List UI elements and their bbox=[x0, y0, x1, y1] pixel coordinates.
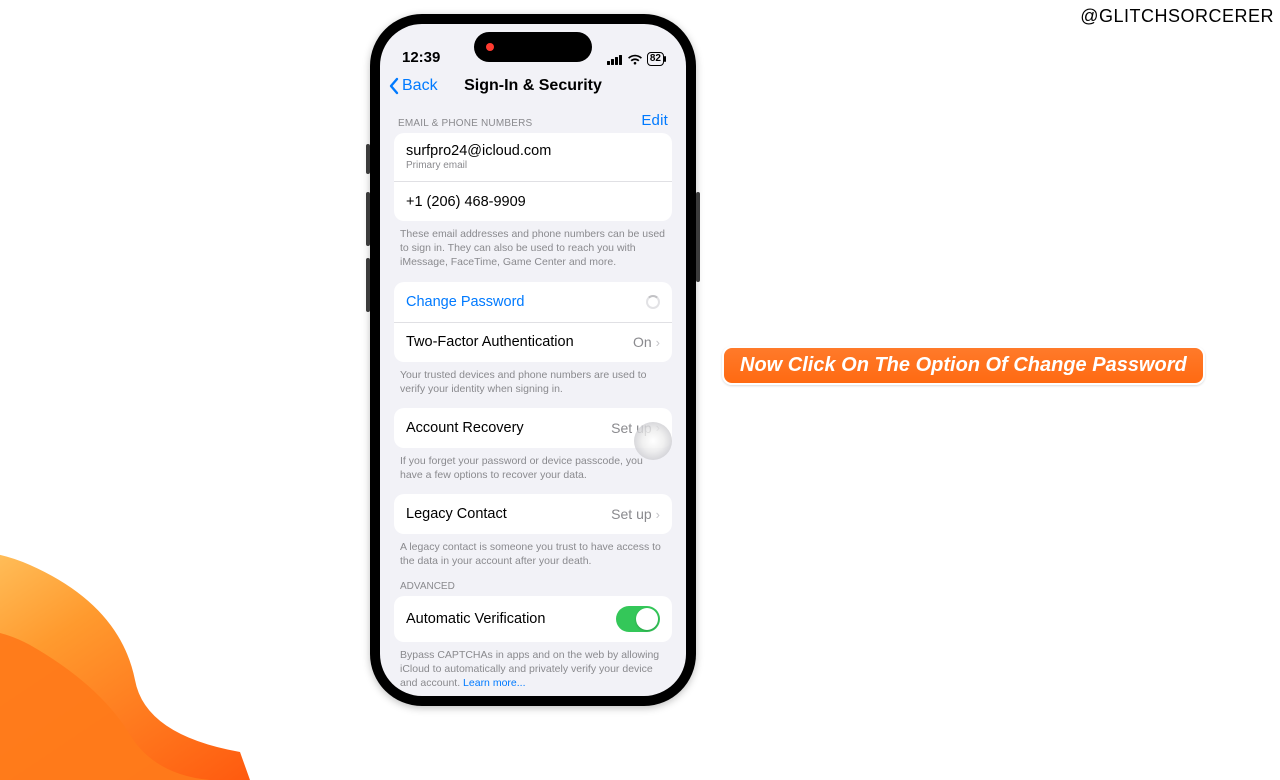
row-phone[interactable]: +1 (206) 468-9909 bbox=[394, 181, 672, 221]
row-email[interactable]: surfpro24@icloud.com Primary email bbox=[394, 133, 672, 181]
dynamic-island bbox=[474, 32, 592, 62]
chevron-right-icon: › bbox=[656, 335, 660, 350]
loading-spinner-icon bbox=[646, 295, 660, 309]
footer-account-recovery: If you forget your password or device pa… bbox=[394, 448, 672, 494]
learn-more-link[interactable]: Learn more... bbox=[463, 677, 525, 689]
two-factor-label: Two-Factor Authentication bbox=[406, 334, 574, 350]
row-automatic-verification: Automatic Verification bbox=[394, 596, 672, 642]
row-legacy-contact[interactable]: Legacy Contact Set up › bbox=[394, 494, 672, 534]
chevron-right-icon: › bbox=[656, 507, 660, 522]
page-title: Sign-In & Security bbox=[380, 77, 686, 95]
footer-email-phone: These email addresses and phone numbers … bbox=[394, 221, 672, 282]
group-password-2fa: Change Password Two-Factor Authenticatio… bbox=[394, 282, 672, 362]
email-value: surfpro24@icloud.com bbox=[406, 143, 551, 159]
section-header-advanced: ADVANCED bbox=[394, 581, 672, 596]
row-change-password[interactable]: Change Password bbox=[394, 282, 672, 322]
footer-automatic-verification: Bypass CAPTCHAs in apps and on the web b… bbox=[394, 642, 672, 696]
automatic-verification-toggle[interactable] bbox=[616, 606, 660, 632]
power-button bbox=[696, 192, 700, 282]
section-header-email-phone: EMAIL & PHONE NUMBERS Edit bbox=[394, 104, 672, 133]
phone-value: +1 (206) 468-9909 bbox=[406, 194, 526, 210]
assistive-touch-button[interactable] bbox=[634, 422, 672, 460]
instruction-callout: Now Click On The Option Of Change Passwo… bbox=[722, 346, 1205, 385]
change-password-label: Change Password bbox=[406, 294, 525, 310]
mute-switch bbox=[366, 144, 370, 174]
section-header-label: EMAIL & PHONE NUMBERS bbox=[398, 118, 532, 129]
cellular-signal-icon bbox=[607, 54, 623, 65]
phone-screen: 12:39 82 Back Sign-In & Security bbox=[380, 24, 686, 696]
two-factor-value: On bbox=[633, 334, 652, 350]
volume-down-button bbox=[366, 258, 370, 312]
group-email-phone: surfpro24@icloud.com Primary email +1 (2… bbox=[394, 133, 672, 221]
volume-up-button bbox=[366, 192, 370, 246]
legacy-contact-label: Legacy Contact bbox=[406, 506, 507, 522]
watermark-text: @GLITCHSORCERER bbox=[1080, 6, 1274, 27]
recording-indicator-icon bbox=[486, 43, 494, 51]
row-two-factor[interactable]: Two-Factor Authentication On › bbox=[394, 322, 672, 362]
navigation-bar: Back Sign-In & Security bbox=[380, 68, 686, 104]
email-subtitle: Primary email bbox=[406, 160, 551, 171]
group-account-recovery: Account Recovery Set up › bbox=[394, 408, 672, 448]
automatic-verification-footer-text: Bypass CAPTCHAs in apps and on the web b… bbox=[400, 649, 659, 689]
decorative-blob bbox=[0, 470, 250, 780]
account-recovery-label: Account Recovery bbox=[406, 420, 524, 436]
legacy-contact-value: Set up bbox=[611, 506, 651, 522]
edit-button[interactable]: Edit bbox=[641, 112, 668, 129]
footer-legacy-contact: A legacy contact is someone you trust to… bbox=[394, 534, 672, 580]
wifi-icon bbox=[627, 54, 643, 65]
automatic-verification-label: Automatic Verification bbox=[406, 611, 545, 627]
group-automatic-verification: Automatic Verification bbox=[394, 596, 672, 642]
row-account-recovery[interactable]: Account Recovery Set up › bbox=[394, 408, 672, 448]
group-legacy-contact: Legacy Contact Set up › bbox=[394, 494, 672, 534]
phone-frame: 12:39 82 Back Sign-In & Security bbox=[370, 14, 696, 706]
footer-two-factor: Your trusted devices and phone numbers a… bbox=[394, 362, 672, 408]
battery-icon: 82 bbox=[647, 52, 664, 66]
